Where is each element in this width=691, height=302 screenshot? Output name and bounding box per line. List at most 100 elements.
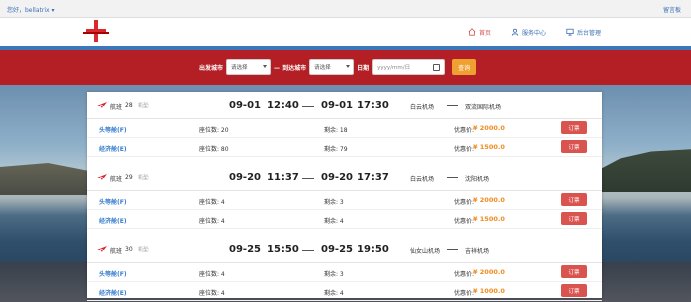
seats-remaining: 剩余: 3 [324, 199, 344, 206]
price-label: 优惠价: [454, 127, 475, 134]
departure-time: 11:37 [267, 172, 299, 183]
to-city-select[interactable]: 请选择 [309, 59, 355, 75]
arrival-time: 17:30 [357, 100, 389, 111]
departure-date: 09-25 [229, 244, 261, 255]
airline-logo[interactable] [80, 20, 112, 42]
aircraft-model: 机型: [138, 103, 150, 109]
home-icon [468, 28, 476, 36]
flight-number: 30 [125, 246, 133, 253]
date-label: 日期 [357, 64, 370, 72]
message-board-link[interactable]: 留言板 [663, 5, 681, 14]
flight-card: 航班 28 机型: 09-01 12:40 09-01 17:30 白云机场 双… [87, 92, 602, 157]
seats-remaining: 剩余: 18 [324, 127, 348, 134]
time-separator [302, 106, 314, 107]
price: ¥ 1500.0 [473, 215, 505, 223]
book-button[interactable]: 订票 [561, 193, 587, 206]
book-button[interactable]: 订票 [561, 265, 587, 278]
nav-home-label: 首页 [478, 29, 491, 37]
from-city-select[interactable]: 请选择 [226, 59, 272, 75]
aircraft-model: 机型: [138, 175, 150, 181]
nav-service-center[interactable]: 服务中心 [501, 23, 556, 41]
airplane-icon [97, 246, 107, 252]
route-separator [447, 105, 458, 106]
cabin-class: 经济舱(E) [99, 218, 127, 225]
cabin-class: 头等舱(F) [99, 271, 127, 278]
site-header: 首页 服务中心 后台管理 [0, 18, 691, 48]
nav-service-label: 服务中心 [521, 29, 546, 37]
monitor-icon [566, 28, 574, 36]
price: ¥ 1500.0 [473, 143, 505, 151]
departure-airport: 白云机场 [410, 176, 435, 183]
seat-count: 座位数: 4 [199, 199, 225, 206]
departure-time: 12:40 [267, 100, 299, 111]
date-input[interactable]: yyyy/mm/日 [372, 59, 446, 75]
search-bar: 出发城市 请选择 — 到达城市 请选择 日期 yyyy/mm/日 查询 [0, 50, 691, 85]
user-greeting-menu[interactable]: 您好，bellatrix ▾ [7, 5, 54, 14]
cabin-class: 经济舱(E) [99, 290, 127, 297]
calendar-icon[interactable] [433, 64, 441, 71]
date-placeholder: yyyy/mm/日 [377, 65, 411, 71]
chevron-down-icon [346, 65, 351, 68]
seats-remaining: 剩余: 4 [324, 218, 344, 225]
route-separator [447, 177, 458, 178]
price-label: 优惠价: [454, 290, 475, 297]
price-label: 优惠价: [454, 146, 475, 153]
search-button[interactable]: 查询 [452, 59, 477, 75]
price-label: 优惠价: [454, 271, 475, 278]
departure-date: 09-20 [229, 172, 261, 183]
airplane-icon [97, 174, 107, 180]
nav-admin-label: 后台管理 [576, 29, 601, 37]
price: ¥ 2000.0 [473, 196, 505, 204]
flight-label: 航班 [110, 104, 123, 111]
departure-airport: 仙女山机场 [410, 248, 441, 255]
price-label: 优惠价: [454, 199, 475, 206]
route-separator [447, 249, 458, 250]
price-label: 优惠价: [454, 218, 475, 225]
book-button[interactable]: 订票 [561, 284, 587, 297]
arrival-time: 19:50 [357, 244, 389, 255]
arrival-airport: 沈阳机场 [465, 176, 490, 183]
price: ¥ 2000.0 [473, 268, 505, 276]
seat-count: 座位数: 4 [199, 218, 225, 225]
cabin-row: 头等舱(F) 座位数: 4 剩余: 3 优惠价: ¥ 2000.0 订票 [87, 191, 602, 210]
cabin-row: 经济舱(E) 座位数: 80 剩余: 79 优惠价: ¥ 1500.0 订票 [87, 138, 602, 157]
arrival-time: 17:37 [357, 172, 389, 183]
cabin-class: 头等舱(F) [99, 127, 127, 134]
seat-count: 座位数: 80 [199, 146, 229, 153]
arrival-date: 09-25 [321, 244, 353, 255]
departure-time: 15:50 [267, 244, 299, 255]
arrival-airport: 双流国际机场 [465, 104, 502, 111]
cabin-row: 头等舱(F) 座位数: 20 剩余: 18 优惠价: ¥ 2000.0 订票 [87, 119, 602, 138]
aircraft-model: 机型: [138, 247, 150, 253]
arrival-date: 09-01 [321, 100, 353, 111]
cabin-class: 经济舱(E) [99, 146, 127, 153]
from-city-label: 出发城市 [199, 64, 224, 72]
departure-date: 09-01 [229, 100, 261, 111]
seats-remaining: 剩余: 4 [324, 290, 344, 297]
flight-number: 29 [125, 174, 133, 181]
user-bar: 您好，bellatrix ▾ 留言板 [0, 0, 691, 18]
arrival-airport: 吉祥机场 [465, 248, 490, 255]
time-separator [302, 250, 314, 251]
flight-label: 航班 [110, 176, 123, 183]
cabin-row: 经济舱(E) 座位数: 4 剩余: 4 优惠价: ¥ 1500.0 订票 [87, 210, 602, 229]
flight-header: 航班 30 机型: 09-25 15:50 09-25 19:50 仙女山机场 … [87, 236, 602, 263]
nav-admin[interactable]: 后台管理 [556, 23, 611, 41]
cabin-row: 经济舱(E) 座位数: 4 剩余: 4 优惠价: ¥ 1000.0 订票 [87, 282, 602, 301]
time-separator [302, 178, 314, 179]
book-button[interactable]: 订票 [561, 140, 587, 153]
flight-list: 航班 28 机型: 09-01 12:40 09-01 17:30 白云机场 双… [87, 92, 602, 301]
flight-label: 航班 [110, 248, 123, 255]
book-button[interactable]: 订票 [561, 212, 587, 225]
to-city-label: — 到达城市 [274, 64, 307, 72]
book-button[interactable]: 订票 [561, 121, 587, 134]
chevron-down-icon [263, 65, 268, 68]
main-nav: 首页 服务中心 后台管理 [458, 23, 611, 41]
seats-remaining: 剩余: 3 [324, 271, 344, 278]
seats-remaining: 剩余: 79 [324, 146, 348, 153]
nav-home[interactable]: 首页 [458, 23, 501, 41]
cabin-row: 头等舱(F) 座位数: 4 剩余: 3 优惠价: ¥ 2000.0 订票 [87, 263, 602, 282]
seat-count: 座位数: 20 [199, 127, 229, 134]
cabin-class: 头等舱(F) [99, 199, 127, 206]
price: ¥ 1000.0 [473, 287, 505, 295]
